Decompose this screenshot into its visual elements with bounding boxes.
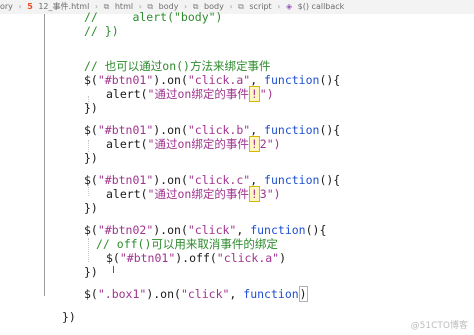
code-editor[interactable]: // alert("body") // }) // 也可以通过on()方法来绑定… — [0, 0, 474, 335]
code-line: }) — [84, 265, 98, 279]
code-line: $(".box1").on("click", function) — [84, 286, 308, 302]
code-line: $("#btn02").on("click", function(){ — [84, 223, 327, 237]
code-line: // }) — [84, 24, 119, 38]
code-line: $("#btn01").off("click.a") — [106, 251, 287, 265]
code-line: }) — [62, 310, 76, 324]
code-line: $("#btn01").on("click.a", function(){ — [84, 73, 341, 87]
watermark: @51CTO博客 — [410, 321, 468, 331]
code-line: $("#btn01").on("click.b", function(){ — [84, 123, 341, 137]
code-line: // 也可以通过on()方法来绑定事件 — [84, 59, 271, 73]
code-line: }) — [84, 151, 98, 165]
code-line: // off()可以用来取消事件的绑定 — [96, 237, 278, 251]
code-line: $("#btn01").on("click.c", function(){ — [84, 173, 341, 187]
mouse-cursor-icon: I — [112, 265, 115, 276]
code-line: alert("通过on绑定的事件! 3") — [106, 186, 281, 202]
code-line: alert("通过on绑定的事件! 2") — [106, 136, 281, 152]
code-line: alert("通过on绑定的事件! ") — [106, 86, 274, 102]
code-line: // alert("body") — [84, 10, 223, 24]
code-line: }) — [84, 201, 98, 215]
code-line: }) — [84, 101, 98, 115]
